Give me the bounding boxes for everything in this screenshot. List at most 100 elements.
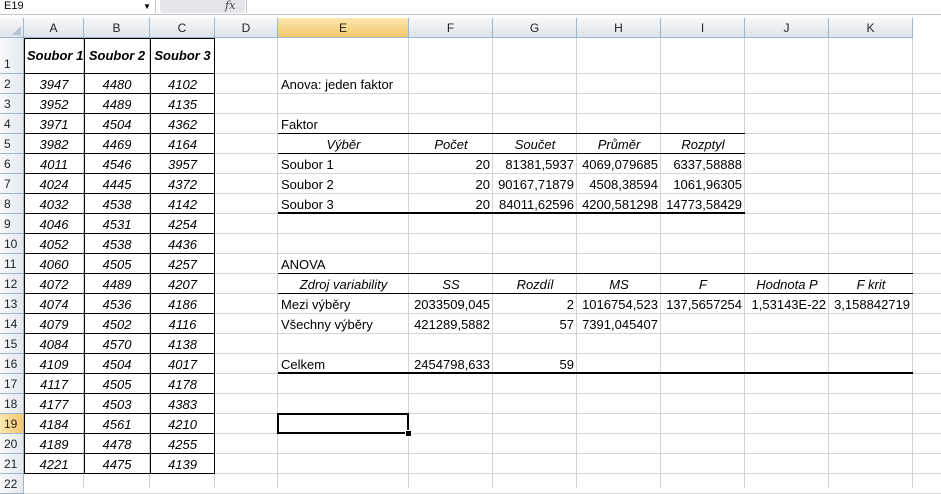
summary-cell[interactable]: Soubor 1 — [278, 154, 409, 174]
data-cell[interactable]: 4504 — [84, 354, 150, 374]
data-cell[interactable]: 4116 — [150, 314, 215, 334]
data-cell[interactable]: 4178 — [150, 374, 215, 394]
anova-cell[interactable]: 137,5657254 — [661, 294, 745, 314]
summary-cell[interactable]: 20 — [409, 194, 493, 214]
formula-input[interactable] — [246, 0, 941, 13]
data-cell[interactable]: 4546 — [84, 154, 150, 174]
row-header-5[interactable]: 5 — [0, 134, 24, 154]
data-cell[interactable]: 4255 — [150, 434, 215, 454]
data-cell[interactable]: 4445 — [84, 174, 150, 194]
summary-header[interactable]: Součet — [493, 134, 577, 154]
row-header-6[interactable]: 6 — [0, 154, 24, 174]
data-cell[interactable]: 4011 — [24, 154, 84, 174]
data-cell[interactable]: 4142 — [150, 194, 215, 214]
summary-cell[interactable]: 20 — [409, 154, 493, 174]
data-cell[interactable]: 4480 — [84, 74, 150, 94]
row-header-11[interactable]: 11 — [0, 254, 24, 274]
anova-cell[interactable]: 7391,045407 — [577, 314, 661, 334]
row-header-7[interactable]: 7 — [0, 174, 24, 194]
column-header-c[interactable]: C — [150, 18, 215, 38]
data-cell[interactable]: 4052 — [24, 234, 84, 254]
fill-handle[interactable] — [405, 430, 412, 437]
anova-header[interactable]: F — [661, 274, 745, 294]
summary-cell[interactable]: 84011,62596 — [493, 194, 577, 214]
summary-header[interactable]: Výběr — [278, 134, 409, 154]
chevron-down-icon[interactable]: ▼ — [143, 0, 151, 13]
data-cell[interactable]: 4139 — [150, 454, 215, 474]
summary-cell[interactable]: 20 — [409, 174, 493, 194]
row-header-15[interactable]: 15 — [0, 334, 24, 354]
anova-cell[interactable]: 3,158842719 — [829, 294, 913, 314]
summary-cell[interactable]: 4200,581298 — [577, 194, 661, 214]
row-header-14[interactable]: 14 — [0, 314, 24, 334]
data-cell[interactable]: 4210 — [150, 414, 215, 434]
column-header-a[interactable]: A — [24, 18, 84, 38]
anova-cell[interactable]: Mezi výběry — [278, 294, 409, 314]
data-cell[interactable]: 4478 — [84, 434, 150, 454]
data-cell[interactable]: 4489 — [84, 94, 150, 114]
section-label[interactable]: ANOVA — [278, 254, 409, 274]
data-cell[interactable]: 4221 — [24, 454, 84, 474]
row-header-3[interactable]: 3 — [0, 94, 24, 114]
column-label[interactable]: Soubor 1 — [24, 38, 84, 74]
anova-cell[interactable]: 57 — [493, 314, 577, 334]
data-cell[interactable]: 4489 — [84, 274, 150, 294]
data-cell[interactable]: 4257 — [150, 254, 215, 274]
anova-cell[interactable]: 59 — [493, 354, 577, 374]
anova-cell[interactable]: 2033509,045 — [409, 294, 493, 314]
data-cell[interactable]: 4475 — [84, 454, 150, 474]
data-cell[interactable]: 4531 — [84, 214, 150, 234]
data-cell[interactable]: 4177 — [24, 394, 84, 414]
data-cell[interactable]: 4383 — [150, 394, 215, 414]
column-header-i[interactable]: I — [661, 18, 745, 38]
anova-cell[interactable]: 2 — [493, 294, 577, 314]
anova-cell[interactable]: 1016754,523 — [577, 294, 661, 314]
data-cell[interactable]: 4109 — [24, 354, 84, 374]
data-cell[interactable]: 4117 — [24, 374, 84, 394]
data-cell[interactable]: 4138 — [150, 334, 215, 354]
data-cell[interactable]: 4074 — [24, 294, 84, 314]
anova-cell[interactable]: Celkem — [278, 354, 409, 374]
data-cell[interactable]: 4372 — [150, 174, 215, 194]
column-header-e[interactable]: E — [278, 18, 409, 38]
data-cell[interactable]: 3971 — [24, 114, 84, 134]
active-cell[interactable] — [277, 413, 409, 434]
column-header-k[interactable]: K — [829, 18, 913, 38]
data-cell[interactable]: 3952 — [24, 94, 84, 114]
summary-cell[interactable]: 81381,5937 — [493, 154, 577, 174]
summary-cell[interactable]: 4069,079685 — [577, 154, 661, 174]
function-icon[interactable]: fx — [225, 0, 235, 12]
row-header-8[interactable]: 8 — [0, 194, 24, 214]
row-header-18[interactable]: 18 — [0, 394, 24, 414]
summary-header[interactable]: Průměr — [577, 134, 661, 154]
row-header-16[interactable]: 16 — [0, 354, 24, 374]
summary-header[interactable]: Počet — [409, 134, 493, 154]
data-cell[interactable]: 4436 — [150, 234, 215, 254]
data-cell[interactable]: 3982 — [24, 134, 84, 154]
data-cell[interactable]: 4503 — [84, 394, 150, 414]
data-cell[interactable]: 3957 — [150, 154, 215, 174]
data-cell[interactable]: 4017 — [150, 354, 215, 374]
row-header-4[interactable]: 4 — [0, 114, 24, 134]
data-cell[interactable]: 4032 — [24, 194, 84, 214]
select-all-button[interactable] — [0, 18, 24, 38]
data-cell[interactable]: 4024 — [24, 174, 84, 194]
data-cell[interactable]: 4072 — [24, 274, 84, 294]
data-cell[interactable]: 4164 — [150, 134, 215, 154]
summary-cell[interactable]: 6337,58888 — [661, 154, 745, 174]
anova-cell[interactable]: 2454798,633 — [409, 354, 493, 374]
column-header-j[interactable]: J — [745, 18, 829, 38]
data-cell[interactable]: 4536 — [84, 294, 150, 314]
data-cell[interactable]: 4186 — [150, 294, 215, 314]
column-label[interactable]: Soubor 3 — [150, 38, 215, 74]
row-header-2[interactable]: 2 — [0, 74, 24, 94]
data-cell[interactable]: 4254 — [150, 214, 215, 234]
summary-cell[interactable]: 90167,71879 — [493, 174, 577, 194]
data-cell[interactable]: 4207 — [150, 274, 215, 294]
row-header-9[interactable]: 9 — [0, 214, 24, 234]
column-header-b[interactable]: B — [84, 18, 150, 38]
anova-header[interactable]: Hodnota P — [745, 274, 829, 294]
column-header-d[interactable]: D — [215, 18, 278, 38]
row-header-12[interactable]: 12 — [0, 274, 24, 294]
row-header-19[interactable]: 19 — [0, 414, 24, 434]
